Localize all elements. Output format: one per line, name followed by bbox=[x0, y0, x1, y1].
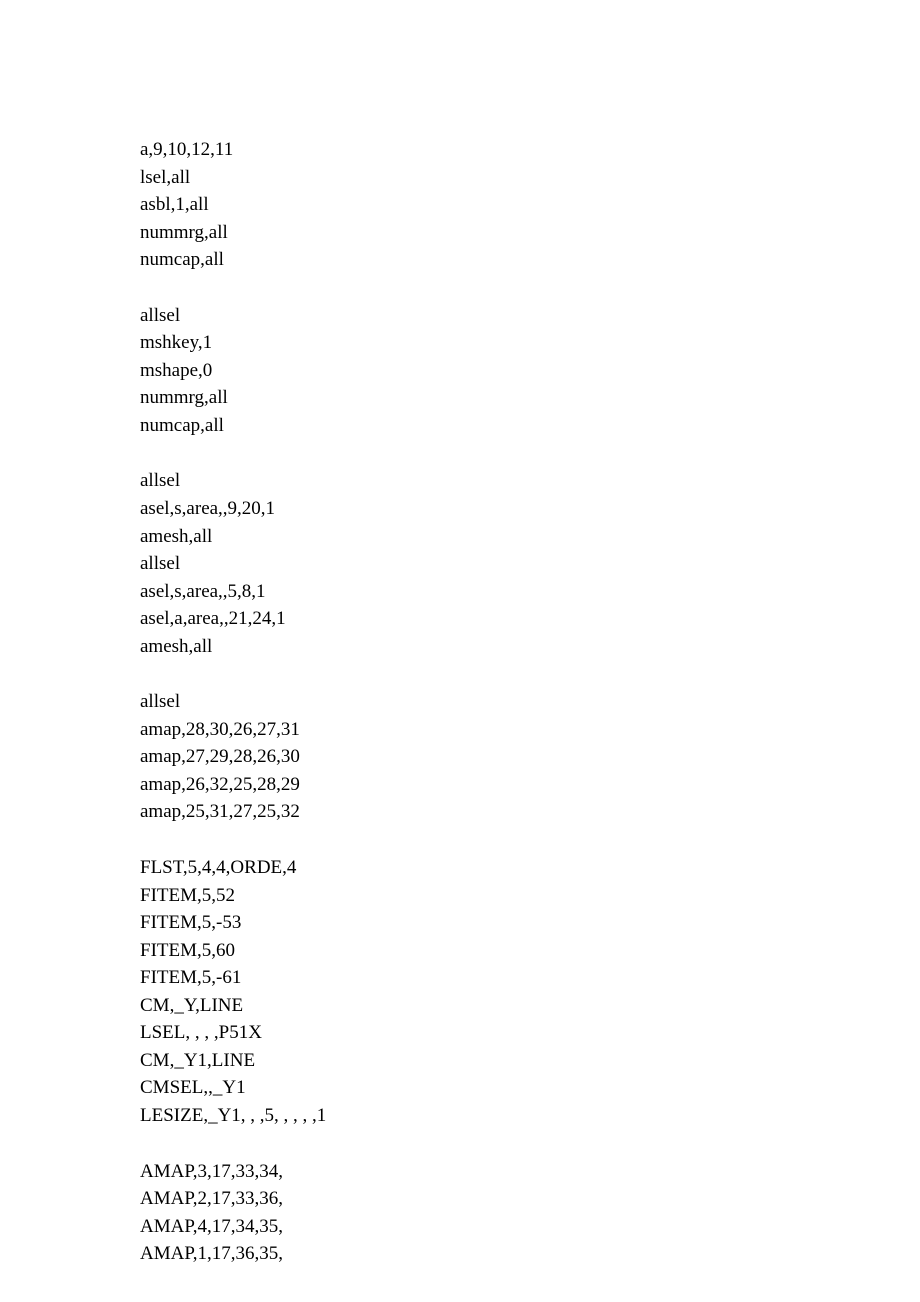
code-line: amap,26,32,25,28,29 bbox=[140, 771, 920, 799]
code-line: FITEM,5,-61 bbox=[140, 964, 920, 992]
code-block-5: AMAP,3,17,33,34, AMAP,2,17,33,36, AMAP,4… bbox=[140, 1158, 920, 1268]
code-line: FITEM,5,60 bbox=[140, 937, 920, 965]
code-line: a,9,10,12,11 bbox=[140, 136, 920, 164]
code-line: CMSEL,,_Y1 bbox=[140, 1074, 920, 1102]
code-line: asel,a,area,,21,24,1 bbox=[140, 605, 920, 633]
code-line: CM,_Y,LINE bbox=[140, 992, 920, 1020]
code-line: asel,s,area,,5,8,1 bbox=[140, 578, 920, 606]
code-line: numcap,all bbox=[140, 246, 920, 274]
code-line: allsel bbox=[140, 688, 920, 716]
code-line: AMAP,3,17,33,34, bbox=[140, 1158, 920, 1186]
code-block-3: allsel amap,28,30,26,27,31 amap,27,29,28… bbox=[140, 688, 920, 826]
code-line: amesh,all bbox=[140, 633, 920, 661]
code-line: AMAP,4,17,34,35, bbox=[140, 1213, 920, 1241]
code-line: FITEM,5,-53 bbox=[140, 909, 920, 937]
code-line: nummrg,all bbox=[140, 384, 920, 412]
code-line: lsel,all bbox=[140, 164, 920, 192]
code-line: nummrg,all bbox=[140, 219, 920, 247]
code-line: mshape,0 bbox=[140, 357, 920, 385]
code-line: AMAP,1,17,36,35, bbox=[140, 1240, 920, 1268]
code-line: FITEM,5,52 bbox=[140, 882, 920, 910]
code-line: amap,28,30,26,27,31 bbox=[140, 716, 920, 744]
code-line: FLST,5,4,4,ORDE,4 bbox=[140, 854, 920, 882]
code-block-2: allsel asel,s,area,,9,20,1 amesh,all all… bbox=[140, 467, 920, 660]
code-block-0: a,9,10,12,11 lsel,all asbl,1,all nummrg,… bbox=[140, 136, 920, 274]
code-line: mshkey,1 bbox=[140, 329, 920, 357]
code-line: CM,_Y1,LINE bbox=[140, 1047, 920, 1075]
code-line: asel,s,area,,9,20,1 bbox=[140, 495, 920, 523]
code-line: allsel bbox=[140, 467, 920, 495]
code-line: allsel bbox=[140, 302, 920, 330]
document-page: a,9,10,12,11 lsel,all asbl,1,all nummrg,… bbox=[0, 0, 920, 1302]
code-line: allsel bbox=[140, 550, 920, 578]
code-line: numcap,all bbox=[140, 412, 920, 440]
code-line: amap,25,31,27,25,32 bbox=[140, 798, 920, 826]
code-line: amap,27,29,28,26,30 bbox=[140, 743, 920, 771]
code-line: asbl,1,all bbox=[140, 191, 920, 219]
code-line: AMAP,2,17,33,36, bbox=[140, 1185, 920, 1213]
code-block-1: allsel mshkey,1 mshape,0 nummrg,all numc… bbox=[140, 302, 920, 440]
code-line: LESIZE,_Y1, , ,5, , , , ,1 bbox=[140, 1102, 920, 1130]
code-line: amesh,all bbox=[140, 523, 920, 551]
code-block-4: FLST,5,4,4,ORDE,4 FITEM,5,52 FITEM,5,-53… bbox=[140, 854, 920, 1129]
code-line: LSEL, , , ,P51X bbox=[140, 1019, 920, 1047]
